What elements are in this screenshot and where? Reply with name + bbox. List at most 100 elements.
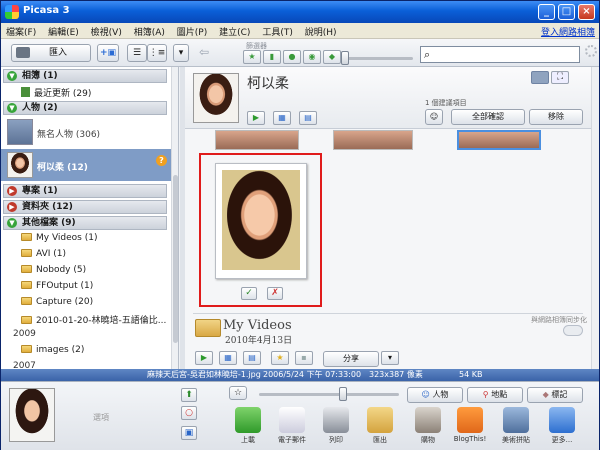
- shop-button[interactable]: 購物: [407, 407, 449, 445]
- blogthis-label: BlogThis!: [453, 435, 487, 443]
- export-label: 匯出: [373, 436, 387, 444]
- sidebar-section-other[interactable]: ▼ 其他檔案 (9): [3, 216, 167, 230]
- back-arrow-icon[interactable]: ⇦: [199, 45, 209, 59]
- photo-thumbnail-selected[interactable]: [457, 130, 541, 150]
- scrollbar-thumb[interactable]: [173, 175, 178, 343]
- collage-button[interactable]: 美術拼貼: [495, 407, 537, 445]
- main-scrollbar[interactable]: [591, 67, 599, 369]
- confirm-face-button[interactable]: ✓: [241, 287, 257, 300]
- collapse-toggle-icon[interactable]: ▶: [7, 186, 17, 196]
- share-button[interactable]: 分享: [323, 351, 379, 367]
- more-button[interactable]: 更多...: [541, 407, 583, 445]
- filter-people-icon[interactable]: ●: [283, 50, 301, 64]
- remove-button[interactable]: 移除: [529, 109, 583, 125]
- sidebar-scrollbar[interactable]: [171, 67, 178, 369]
- view-list-button[interactable]: ☰: [127, 44, 147, 62]
- filter-movie-icon[interactable]: ▮: [263, 50, 281, 64]
- person-view-toggle[interactable]: [531, 71, 549, 84]
- menu-album[interactable]: 相簿(A): [129, 23, 169, 38]
- rotate-slider-knob[interactable]: [339, 387, 347, 401]
- folder-item[interactable]: 2010-01-20-林曉培-五語倫比...: [21, 313, 166, 326]
- filter-tag-icon[interactable]: ◆: [323, 50, 341, 64]
- fullscreen-icon[interactable]: ⛶: [551, 71, 569, 84]
- maximize-button[interactable]: □: [558, 4, 575, 20]
- search-input[interactable]: ⌕: [420, 46, 580, 63]
- filter-star-icon[interactable]: ★: [243, 50, 261, 64]
- menu-create[interactable]: 建立(C): [214, 23, 254, 38]
- minimize-button[interactable]: _: [538, 4, 555, 20]
- movie-icon[interactable]: ▤: [299, 111, 317, 125]
- printer-icon: [323, 407, 349, 433]
- sidebar-section-albums[interactable]: ▼ 相簿 (1): [3, 69, 167, 83]
- sidebar-section-people[interactable]: ▼ 人物 (2): [3, 101, 167, 115]
- export-button[interactable]: 匯出: [359, 407, 401, 445]
- sidebar-item-person-selected[interactable]: 柯以柔 (12) ?: [1, 149, 178, 181]
- expand-toggle-icon[interactable]: ▼: [7, 71, 17, 81]
- menu-tools[interactable]: 工具(T): [257, 23, 297, 38]
- collage-icon[interactable]: ▦: [219, 351, 237, 365]
- sidebar-section-label: 其他檔案 (9): [22, 218, 76, 228]
- list-view-icon: ☰: [132, 48, 142, 58]
- people-tag-button[interactable]: ☺ 人物: [407, 387, 463, 403]
- import-button[interactable]: 匯入: [11, 44, 91, 62]
- folder-item[interactable]: Nobody (5): [21, 265, 86, 275]
- sidebar-item-recent[interactable]: 最近更新 (29): [21, 86, 91, 99]
- upload-button[interactable]: 上載: [227, 407, 269, 445]
- star-icon[interactable]: ★: [271, 351, 289, 365]
- menu-picture[interactable]: 圖片(P): [172, 23, 211, 38]
- view-options-dropdown[interactable]: ▾: [173, 44, 189, 62]
- folder-item[interactable]: FFOutput (1): [21, 281, 93, 291]
- collage-icon[interactable]: ▦: [273, 111, 291, 125]
- play-slideshow-icon[interactable]: ▶: [247, 111, 265, 125]
- upload-label: 上載: [241, 436, 255, 444]
- star-icon[interactable]: ☆: [229, 386, 247, 400]
- reject-face-button[interactable]: ✗: [267, 287, 283, 300]
- sidebar-item-unnamed[interactable]: 無名人物 (306): [1, 117, 171, 147]
- folder-item[interactable]: images (2): [21, 345, 84, 355]
- rotate-slider[interactable]: [259, 393, 399, 396]
- filter-map-icon[interactable]: ◉: [303, 50, 321, 64]
- photo-thumbnail[interactable]: [333, 130, 413, 150]
- movie-icon[interactable]: ▤: [243, 351, 261, 365]
- hold-pin-icon[interactable]: ⬆: [181, 388, 197, 402]
- tray-photo[interactable]: [9, 388, 55, 442]
- sidebar-section-projects[interactable]: ▶ 專案 (1): [3, 184, 167, 198]
- suggested-face-photo[interactable]: [215, 163, 307, 279]
- places-tag-button[interactable]: ⚲ 地點: [467, 387, 523, 403]
- folder-item[interactable]: Capture (20): [21, 297, 93, 307]
- folder-item[interactable]: AVI (1): [21, 249, 66, 259]
- folder-icon: [21, 345, 32, 353]
- menu-view[interactable]: 檢視(V): [86, 23, 126, 38]
- folder-item[interactable]: My Videos (1): [21, 233, 97, 243]
- clear-tray-icon[interactable]: ○: [181, 406, 197, 420]
- blogthis-button[interactable]: BlogThis!: [449, 407, 491, 443]
- confirm-all-button[interactable]: 全部確認: [451, 109, 525, 125]
- folder-label: 2010-01-20-林曉培-五語倫比...: [36, 316, 167, 326]
- sidebar-item-label: 無名人物 (306): [37, 130, 101, 140]
- filter-slider-knob[interactable]: [341, 51, 349, 65]
- expand-toggle-icon[interactable]: ▼: [7, 103, 17, 113]
- save-icon[interactable]: ▪: [295, 351, 313, 365]
- photo-thumbnail[interactable]: [215, 130, 299, 150]
- add-to-album-button[interactable]: +▣: [97, 44, 119, 62]
- email-button[interactable]: 電子郵件: [271, 407, 313, 445]
- menu-file[interactable]: 檔案(F): [1, 23, 40, 38]
- suggestion-person-icon[interactable]: ☺: [425, 109, 443, 125]
- print-button[interactable]: 列印: [315, 407, 357, 445]
- menu-edit[interactable]: 編輯(E): [43, 23, 83, 38]
- chevron-down-icon[interactable]: ▾: [381, 351, 399, 365]
- album-divider: [193, 313, 583, 314]
- filter-date-slider[interactable]: [343, 57, 413, 60]
- sidebar-section-folders[interactable]: ▶ 資料夾 (12): [3, 200, 167, 214]
- close-button[interactable]: ×: [578, 4, 595, 20]
- labels-tag-button[interactable]: ◆ 標記: [527, 387, 583, 403]
- sync-toggle[interactable]: [563, 325, 583, 336]
- menu-help[interactable]: 說明(H): [300, 23, 341, 38]
- add-to-album-icon[interactable]: ▣: [181, 426, 197, 440]
- expand-toggle-icon[interactable]: ▼: [7, 218, 17, 228]
- collapse-toggle-icon[interactable]: ▶: [7, 202, 17, 212]
- play-slideshow-icon[interactable]: ▶: [195, 351, 213, 365]
- view-tree-button[interactable]: ⋮≡: [147, 44, 167, 62]
- sign-in-link[interactable]: 登入網路相簿: [541, 25, 595, 38]
- folder-label: AVI (1): [36, 249, 67, 259]
